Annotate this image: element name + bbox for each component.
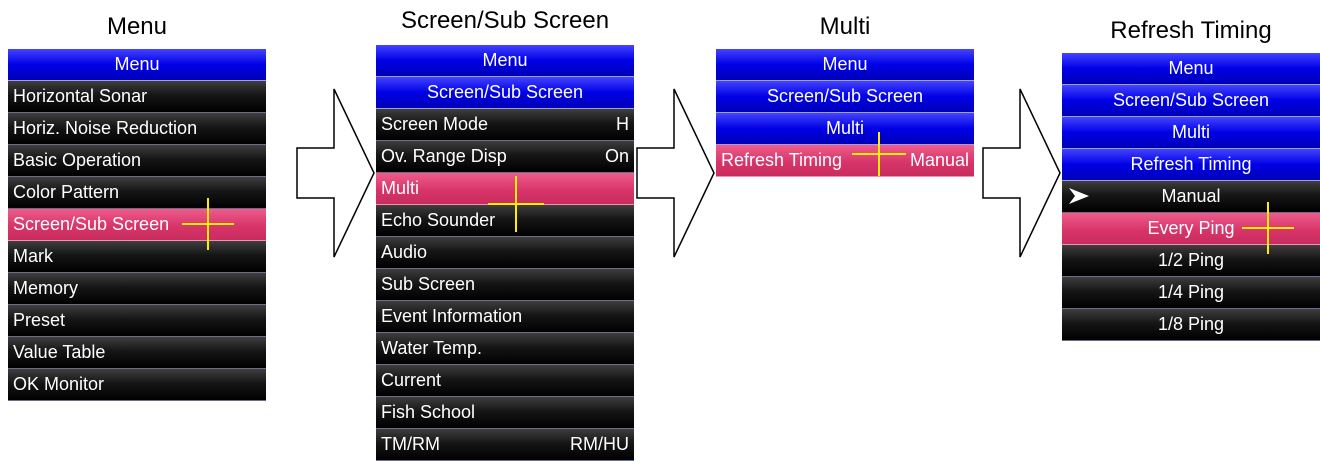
menu-item-event-information[interactable]: Event Information [376,301,634,333]
menu-item-screen-mode[interactable]: Screen Mode H [376,109,634,141]
menu-item-basic-operation[interactable]: Basic Operation [8,145,266,177]
menu-item-value-table[interactable]: Value Table [8,337,266,369]
menu-header: Menu [8,49,266,81]
option-quarter-ping[interactable]: 1/4 Ping [1062,277,1320,309]
option-eighth-ping[interactable]: 1/8 Ping [1062,309,1320,341]
refresh-timing-panel: Menu Screen/Sub Screen Multi Refresh Tim… [1062,53,1320,341]
multi-header: Multi [716,113,974,145]
caption-refresh-timing: Refresh Timing [1110,17,1272,44]
menu-item-ok-monitor[interactable]: OK Monitor [8,369,266,401]
menu-item-tm-rm[interactable]: TM/RM RM/HU [376,429,634,461]
right-arrow-outline-icon [636,88,715,258]
crosshair-cursor-icon [1242,202,1294,254]
menu-item-ov-range-disp[interactable]: Ov. Range Disp On [376,141,634,173]
menu-item-sub-screen[interactable]: Sub Screen [376,269,634,301]
screen-sub-screen-panel: Menu Screen/Sub Screen Screen Mode H Ov. … [376,45,634,461]
menu-item-memory[interactable]: Memory [8,273,266,305]
menu-item-horiz-noise-reduction[interactable]: Horiz. Noise Reduction [8,113,266,145]
caption-screen-sub-screen: Screen/Sub Screen [400,7,610,34]
crosshair-cursor-icon [488,176,544,232]
ov-range-disp-value: On [604,146,629,166]
screen-mode-value: H [616,114,629,134]
multi-panel: Menu Screen/Sub Screen Multi Refresh Tim… [716,49,974,177]
menu-header: Menu [716,49,974,81]
screen-sub-screen-header: Screen/Sub Screen [376,77,634,109]
refresh-timing-value: Manual [909,150,969,170]
crosshair-cursor-icon [182,198,234,250]
menu-item-horizontal-sonar[interactable]: Horizontal Sonar [8,81,266,113]
tm-rm-value: RM/HU [570,434,629,454]
menu-item-preset[interactable]: Preset [8,305,266,337]
menu-item-fish-school[interactable]: Fish School [376,397,634,429]
refresh-timing-header: Refresh Timing [1062,149,1320,181]
menu-item-water-temp[interactable]: Water Temp. [376,333,634,365]
caption-multi: Multi [819,13,871,40]
screen-sub-screen-header: Screen/Sub Screen [1062,85,1320,117]
menu-item-refresh-timing[interactable]: Refresh Timing Manual [716,145,974,177]
menu-header: Menu [1062,53,1320,85]
multi-header: Multi [1062,117,1320,149]
menu-item-current[interactable]: Current [376,365,634,397]
current-value-arrow-icon [1069,188,1089,204]
screen-sub-screen-header: Screen/Sub Screen [716,81,974,113]
caption-menu: Menu [106,13,168,40]
right-arrow-outline-icon [982,88,1061,258]
menu-item-audio[interactable]: Audio [376,237,634,269]
menu-header: Menu [376,45,634,77]
right-arrow-outline-icon [296,88,375,258]
crosshair-cursor-icon [852,132,906,176]
